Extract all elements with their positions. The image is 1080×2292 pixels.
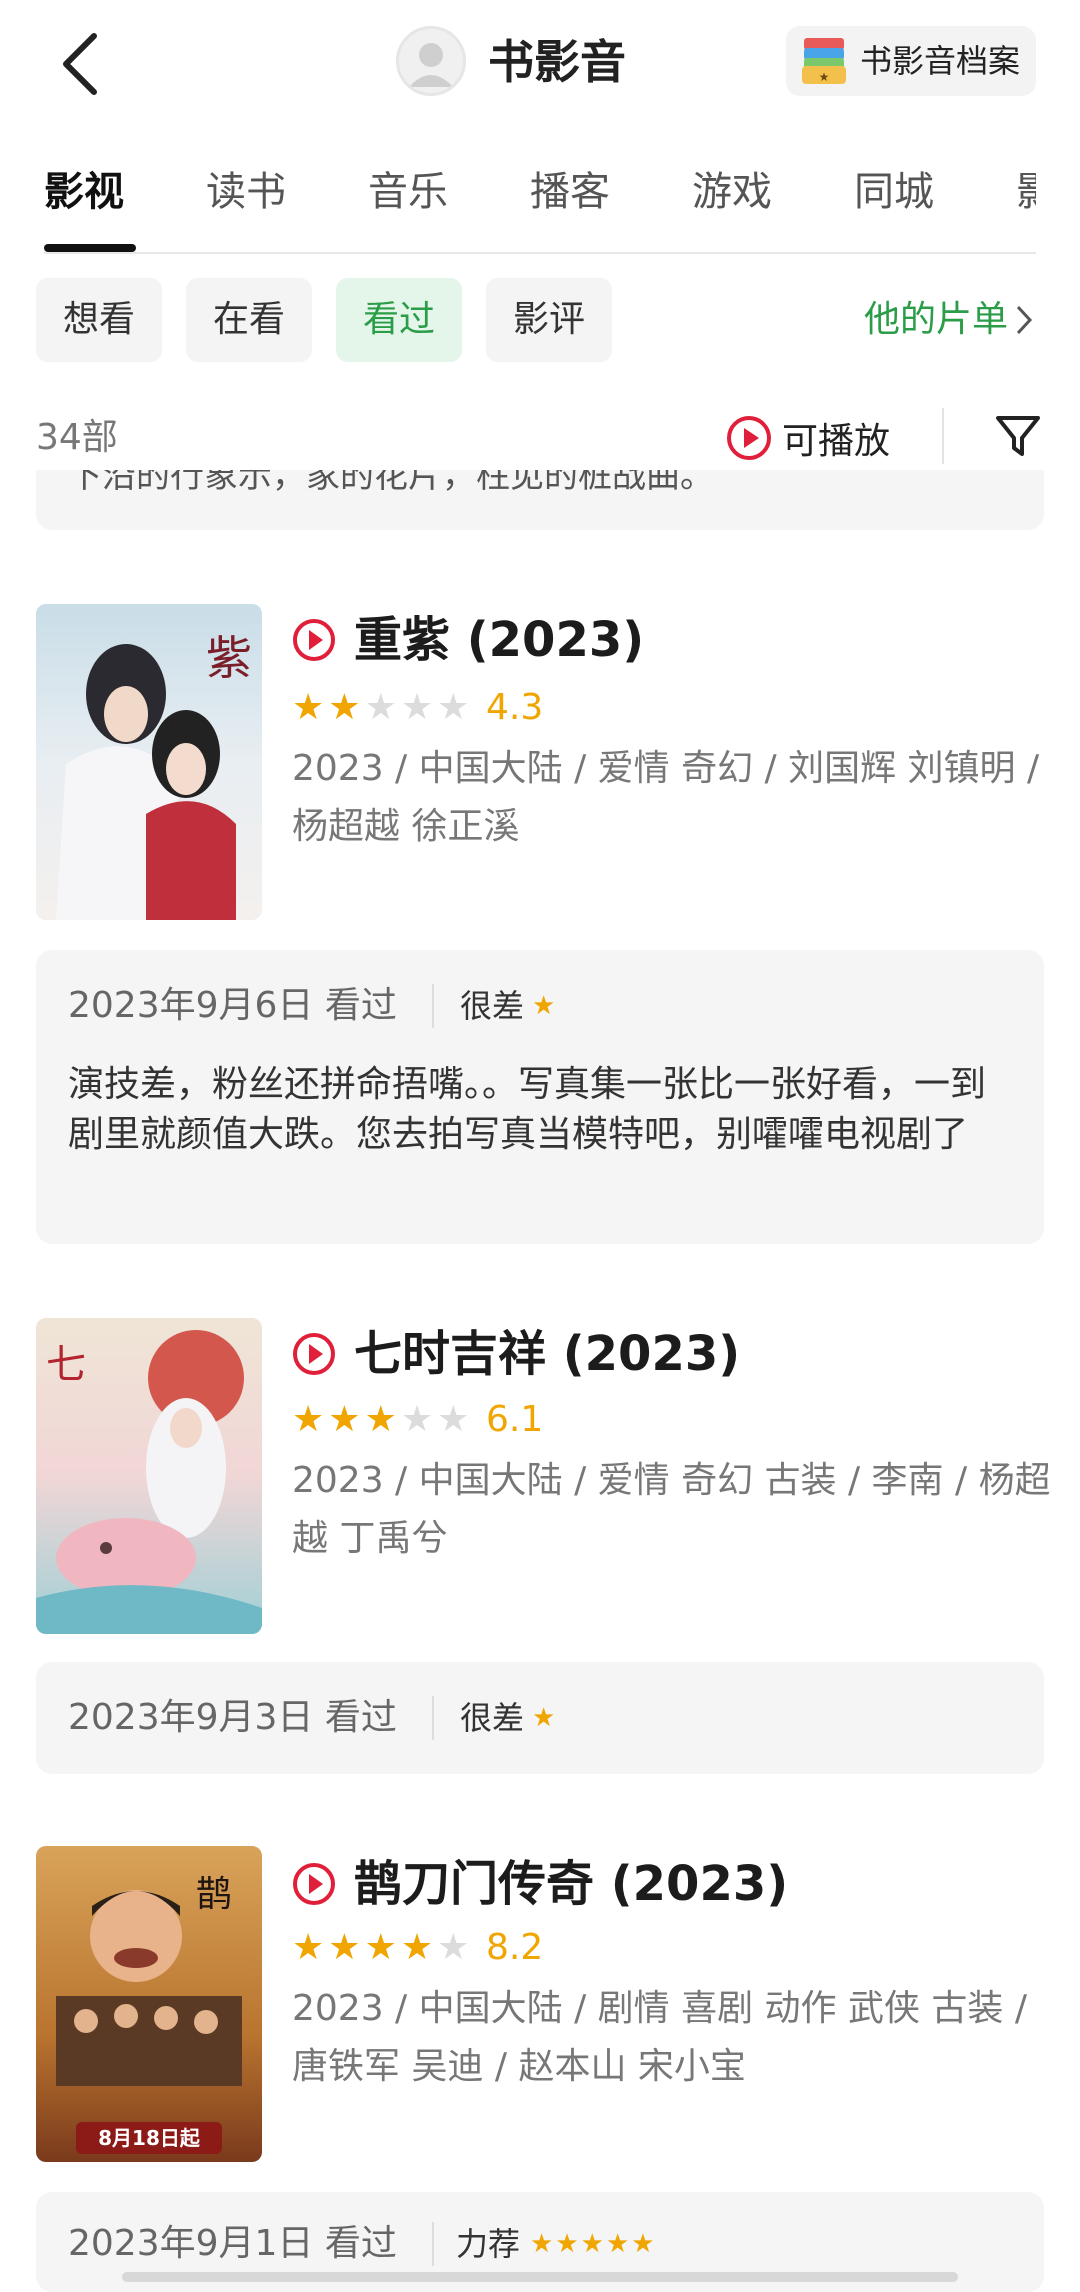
filter-icon[interactable] [994,412,1042,460]
star-filled-icon: ★ [364,1399,397,1440]
archive-box-icon: ★ [802,38,846,84]
movie-poster[interactable]: 鹊 8月18日起 [36,1846,262,2162]
svg-text:★: ★ [819,70,830,84]
poster-date-text: 8月18日起 [98,2126,201,2150]
his-list-label: 他的片单 [863,299,1008,340]
movie-title[interactable]: 重紫 (2023) [354,608,644,672]
review-card[interactable]: 2023年9月3日 看过 很差 ★ [36,1662,1044,1774]
star-filled-icon: ★ [292,687,325,728]
tabs-divider [44,252,1036,254]
previous-review-text: 下沿的行象示，家的花片，柱见的桩战曲。 [68,470,714,496]
play-circle-icon [727,416,771,460]
archive-button[interactable]: ★ 书影音档案 [786,26,1036,96]
star-filled-icon: ★ [328,1399,361,1440]
user-grade: 很差 [460,987,525,1025]
filter-reviews[interactable]: 影评 [486,278,612,362]
watched-date: 2023年9月3日 看过 [68,1697,397,1738]
poster-image: 七 [36,1318,262,1634]
filter-watched[interactable]: 看过 [336,278,462,362]
star-filled-icon: ★ [292,1927,325,1968]
watched-date: 2023年9月1日 看过 [68,2223,397,2264]
review-text: 演技差，粉丝还拼命捂嘴。。写真集一张比一张好看，一到剧里就颜值大跌。您去拍写真当… [68,1064,987,1155]
star-filled-icon: ★ [328,1927,361,1968]
filter-watching[interactable]: 在看 [186,278,312,362]
star-empty-icon: ★ [437,1927,470,1968]
movie-meta: 2023 / 中国大陆 / 爱情 奇幻 古装 / 李南 / 杨超越 丁禹兮 [292,1460,1051,1559]
rating-score: 8.2 [486,1927,544,1968]
item-count: 34部 [36,417,118,458]
filter-want[interactable]: 想看 [36,278,162,362]
movie-poster[interactable]: 七 [36,1318,262,1634]
playable-label: 可播放 [782,421,891,462]
tab-books[interactable]: 读书 [206,162,286,222]
rating-score: 4.3 [486,687,544,728]
star-icon: ★ [580,2229,604,2259]
his-list-link[interactable]: 他的片单 [864,278,1036,362]
star-filled-icon: ★ [364,1927,397,1968]
user-icon [409,43,453,87]
bottom-scroll-indicator [122,2272,958,2282]
tab-podcast[interactable]: 播客 [530,162,610,222]
star-empty-icon: ★ [400,1399,434,1440]
tab-games[interactable]: 游戏 [692,162,772,222]
watched-date: 2023年9月6日 看过 [68,985,397,1026]
svg-text:七: 七 [46,1342,86,1388]
star-filled-icon: ★ [292,1399,325,1440]
divider [432,984,434,1028]
active-tab-indicator [44,244,136,252]
avatar[interactable] [396,26,466,96]
user-grade-stars: ★ ★ ★ ★ ★ [530,2216,655,2272]
page-title: 书影音 [488,35,626,89]
svg-text:鹊: 鹊 [196,1874,232,1915]
play-circle-icon [293,1333,335,1375]
previous-review-card: 下沿的行象示，家的花片，柱见的桩战曲。 [36,470,1044,530]
star-icon: ★ [555,2229,579,2259]
movie-title[interactable]: 七时吉祥 (2023) [354,1322,740,1386]
back-arrow-icon[interactable] [58,32,106,96]
divider [432,1696,434,1740]
star-empty-icon: ★ [437,1399,470,1440]
star-icon: ★ [530,2229,554,2259]
movie-meta: 2023 / 中国大陆 / 剧情 喜剧 动作 武侠 古装 / 唐铁军 吴迪 / … [292,1988,1027,2087]
movie-title[interactable]: 鹊刀门传奇 (2023) [354,1852,788,1916]
rating-stars: ★ ★ ★ ★ ★ [292,1928,469,1968]
divider [432,2222,434,2266]
star-icon: ★ [631,2229,655,2259]
row-divider [942,408,944,464]
chevron-right-icon [1016,305,1033,335]
user-grade-stars: ★ [532,1690,555,1746]
play-circle-icon [293,1863,335,1905]
movie-poster[interactable]: 紫 [36,604,262,920]
rating-stars: ★ ★ ★ ★ ★ [292,688,469,728]
archive-label: 书影音档案 [860,42,1021,80]
user-grade: 很差 [460,1699,525,1737]
user-grade-stars: ★ [532,978,555,1034]
tab-more-truncated[interactable]: 影 [1016,162,1036,222]
rating-score: 6.1 [486,1399,544,1440]
poster-image: 紫 [36,604,262,920]
poster-image: 鹊 8月18日起 [36,1846,262,2162]
tab-music[interactable]: 音乐 [368,162,448,222]
tab-local[interactable]: 同城 [854,162,934,222]
star-empty-icon: ★ [364,687,397,728]
playable-toggle[interactable]: 可播放 [726,408,890,468]
movie-meta: 2023 / 中国大陆 / 爱情 奇幻 / 刘国辉 刘镇明 / 杨超越 徐正溪 [292,748,1040,847]
star-empty-icon: ★ [400,687,434,728]
user-grade: 力荐 [456,2225,521,2263]
tab-movies[interactable]: 影视 [44,162,124,222]
star-empty-icon: ★ [437,687,470,728]
rating-stars: ★ ★ ★ ★ ★ [292,1400,469,1440]
star-filled-icon: ★ [328,687,361,728]
review-card[interactable]: 2023年9月6日 看过 很差 ★ 演技差，粉丝还拼命捂嘴。。写真集一张比一张好… [36,950,1044,1244]
star-icon: ★ [532,991,556,1021]
star-icon: ★ [605,2229,630,2259]
star-filled-icon: ★ [400,1927,434,1968]
svg-text:紫: 紫 [206,631,252,685]
play-circle-icon [293,619,335,661]
star-icon: ★ [532,1703,556,1733]
